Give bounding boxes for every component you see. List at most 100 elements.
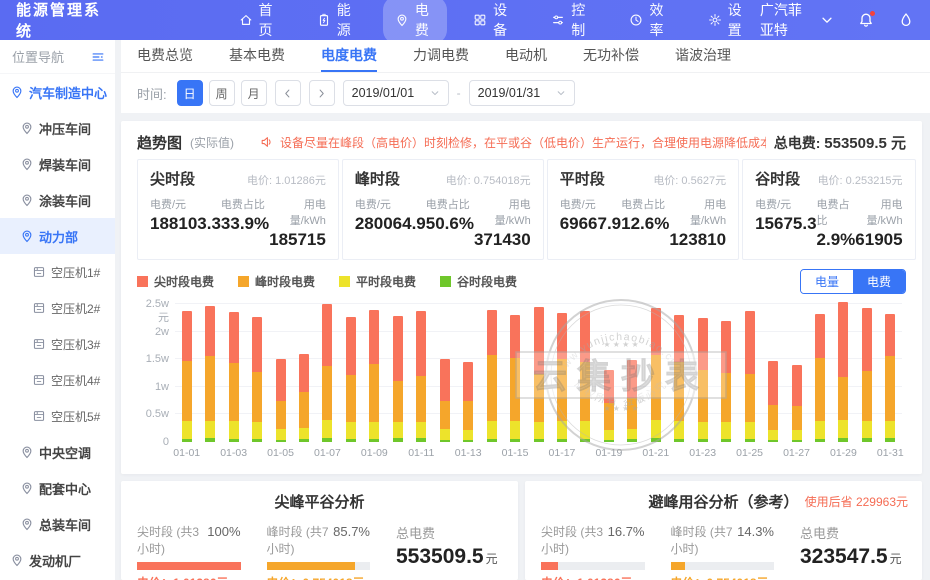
- bar-segment: [322, 366, 332, 420]
- sidebar-item[interactable]: 中央空调: [0, 434, 115, 470]
- prev-period-button[interactable]: [275, 80, 301, 106]
- bar-column[interactable]: 01-15: [503, 304, 526, 442]
- sidebar-item[interactable]: 动力部: [0, 218, 115, 254]
- collapse-sidebar-icon[interactable]: [91, 50, 105, 64]
- mode-month-button[interactable]: 月: [241, 80, 267, 106]
- bar-column[interactable]: 01-19: [597, 304, 620, 442]
- tab-基本电费[interactable]: 基本电费: [229, 40, 285, 72]
- bar-segment: [393, 438, 403, 442]
- tab-电度电费[interactable]: 电度电费: [321, 40, 377, 72]
- bar-segment: [346, 439, 356, 442]
- menu-item-settings[interactable]: 设置: [696, 0, 760, 44]
- sidebar-item[interactable]: 汽车制造中心: [0, 74, 115, 110]
- bar-column[interactable]: [386, 304, 409, 442]
- sidebar-item[interactable]: 空压机5#: [0, 398, 115, 434]
- bar-stack: [510, 315, 520, 442]
- x-axis-tick: 01-29: [830, 447, 857, 459]
- next-period-button[interactable]: [309, 80, 335, 106]
- bar-column[interactable]: 01-13: [456, 304, 479, 442]
- menu-item-fee[interactable]: 电费: [383, 0, 447, 44]
- sidebar-item[interactable]: 涂装车间: [0, 182, 115, 218]
- bar-column[interactable]: 01-25: [738, 304, 761, 442]
- sidebar-header: 位置导航: [0, 40, 115, 74]
- menu-item-control[interactable]: 控制: [539, 0, 603, 44]
- x-axis-tick: 01-17: [549, 447, 576, 459]
- bar-column[interactable]: 01-07: [316, 304, 339, 442]
- legend-item[interactable]: 谷时段电费: [440, 273, 517, 290]
- sidebar-item[interactable]: 冲压车间: [0, 110, 115, 146]
- bar-column[interactable]: [527, 304, 550, 442]
- bar-segment: [768, 405, 778, 430]
- bar-segment: [651, 438, 661, 442]
- menu-item-device[interactable]: 设备: [461, 0, 525, 44]
- sidebar-item[interactable]: 空压机2#: [0, 290, 115, 326]
- toggle-energy[interactable]: 电量: [801, 270, 853, 293]
- toggle-fee[interactable]: 电费: [853, 270, 905, 293]
- bar-segment: [674, 362, 684, 421]
- tab-无功补偿[interactable]: 无功补偿: [583, 40, 639, 72]
- notifications-bell[interactable]: [858, 12, 874, 28]
- bar-column[interactable]: [433, 304, 456, 442]
- bar-stack: [205, 306, 215, 442]
- bar-stack: [557, 313, 567, 442]
- start-date-picker[interactable]: 2019/01/01: [343, 80, 449, 106]
- bar-column[interactable]: 01-21: [644, 304, 667, 442]
- tab-电费总览[interactable]: 电费总览: [137, 40, 193, 72]
- menu-item-home[interactable]: 首页: [227, 0, 291, 44]
- bar-column[interactable]: [574, 304, 597, 442]
- sidebar-item[interactable]: 空压机1#: [0, 254, 115, 290]
- mode-day-button[interactable]: 日: [177, 80, 203, 106]
- bar-column[interactable]: [245, 304, 268, 442]
- sidebar-item[interactable]: 焊装车间: [0, 146, 115, 182]
- legend-item[interactable]: 平时段电费: [339, 273, 416, 290]
- period-card: 尖时段电价: 1.01286元电费/元188103.3电费占比33.9%用电量/…: [137, 159, 339, 260]
- bar-column[interactable]: [668, 304, 691, 442]
- bar-column[interactable]: [292, 304, 315, 442]
- bar-segment: [627, 360, 637, 398]
- bar-column[interactable]: [339, 304, 362, 442]
- period-card: 峰时段电价: 0.754018元电费/元280064.9电费占比50.6%用电量…: [342, 159, 544, 260]
- bar-segment: [276, 401, 286, 429]
- end-date-picker[interactable]: 2019/01/31: [469, 80, 575, 106]
- bar-column[interactable]: 01-17: [550, 304, 573, 442]
- bar-column[interactable]: [621, 304, 644, 442]
- menu-item-energy[interactable]: 能源: [305, 0, 369, 44]
- bar-column[interactable]: 01-05: [269, 304, 292, 442]
- legend-item[interactable]: 峰时段电费: [238, 273, 315, 290]
- sidebar-item[interactable]: 发动机厂: [0, 542, 115, 578]
- bar-column[interactable]: 01-31: [879, 304, 902, 442]
- bar-column[interactable]: 01-27: [785, 304, 808, 442]
- water-drop-button[interactable]: [898, 12, 914, 28]
- tab-力调电费[interactable]: 力调电费: [413, 40, 469, 72]
- bar-column[interactable]: [855, 304, 878, 442]
- bar-segment: [627, 429, 637, 440]
- legend-item[interactable]: 尖时段电费: [137, 273, 214, 290]
- sidebar-item[interactable]: 配套中心: [0, 470, 115, 506]
- tab-电动机[interactable]: 电动机: [505, 40, 547, 72]
- tab-谐波治理[interactable]: 谐波治理: [675, 40, 731, 72]
- menu-item-efficiency[interactable]: 效率: [617, 0, 681, 44]
- energy-value: 123810: [669, 230, 726, 250]
- sidebar-item[interactable]: 空压机4#: [0, 362, 115, 398]
- bar-column[interactable]: 01-23: [691, 304, 714, 442]
- bar-column[interactable]: 01-03: [222, 304, 245, 442]
- bar-column[interactable]: 01-01: [175, 304, 198, 442]
- bar-stack: [369, 310, 379, 442]
- bar-column[interactable]: 01-09: [363, 304, 386, 442]
- bar-segment: [463, 440, 473, 442]
- bar-segment: [322, 304, 332, 366]
- sidebar-item[interactable]: 总装车间: [0, 506, 115, 542]
- bar-column[interactable]: 01-29: [832, 304, 855, 442]
- bar-stack: [534, 307, 544, 442]
- sidebar-item[interactable]: 空压机3#: [0, 326, 115, 362]
- bar-column[interactable]: 01-11: [410, 304, 433, 442]
- bar-column[interactable]: [761, 304, 784, 442]
- mode-week-button[interactable]: 周: [209, 80, 235, 106]
- main-area: 趋势图 (实际值) 设备尽量在峰段（高电价）时刻检修，在平或谷（低电价）生产运行…: [121, 121, 922, 580]
- company-selector[interactable]: 广汽菲亚特: [760, 0, 834, 40]
- bar-column[interactable]: [808, 304, 831, 442]
- bar-column[interactable]: [198, 304, 221, 442]
- location-pin-icon: [20, 157, 34, 171]
- bar-column[interactable]: [714, 304, 737, 442]
- bar-column[interactable]: [480, 304, 503, 442]
